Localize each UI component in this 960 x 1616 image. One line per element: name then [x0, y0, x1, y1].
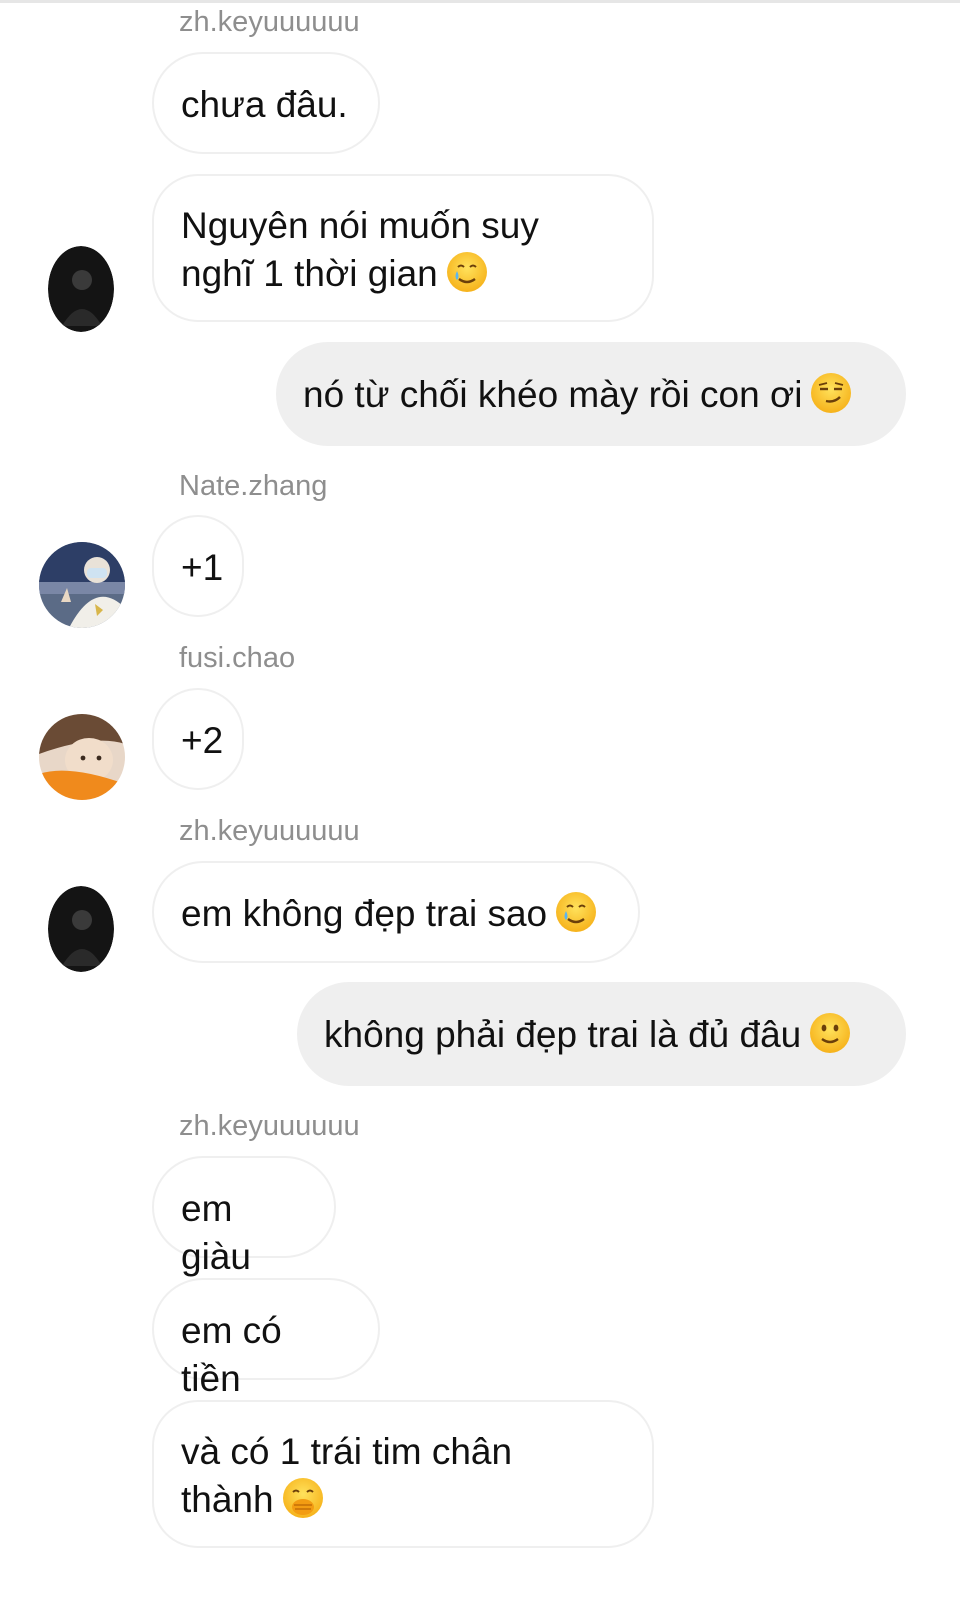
face-with-hand-over-mouth-icon	[282, 1477, 324, 1519]
message-bubble-incoming[interactable]: em có tiền	[152, 1278, 380, 1399]
message-bubble-incoming[interactable]: +2	[152, 688, 244, 790]
message-text: em không đẹp trai sao	[181, 893, 548, 934]
sender-name: Nate.zhang	[179, 470, 328, 502]
avatar[interactable]	[39, 542, 125, 628]
message-text: em giàu	[181, 1188, 251, 1277]
message-text: chưa đâu.	[181, 84, 348, 125]
message-bubble-incoming[interactable]: em giàu	[152, 1156, 336, 1277]
message-text: không phải đẹp trai là đủ đâu	[324, 1014, 802, 1055]
message-text-line: Nguyên nói muốn suy	[181, 205, 539, 246]
message-bubble-incoming[interactable]: chưa đâu.	[152, 52, 380, 154]
avatar[interactable]	[48, 246, 114, 332]
slightly-smiling-face-icon	[809, 1012, 851, 1054]
message-bubble-incoming[interactable]: và có 1 trái tim chân thành	[152, 1400, 654, 1548]
avatar[interactable]	[48, 886, 114, 972]
sender-name: zh.keyuuuuuu	[179, 815, 360, 847]
message-text: nó từ chối khéo mày rồi con ơi	[303, 374, 803, 415]
sender-name: zh.keyuuuuuu	[179, 1110, 360, 1142]
message-text-line: thành	[181, 1479, 274, 1520]
avatar[interactable]	[39, 714, 125, 800]
smirking-face-icon	[810, 372, 852, 414]
message-bubble-incoming[interactable]: +1	[152, 515, 244, 617]
message-bubble-outgoing[interactable]: không phải đẹp trai là đủ đâu	[297, 982, 906, 1086]
message-text: +2	[181, 720, 224, 761]
sender-name: fusi.chao	[179, 642, 296, 674]
message-text-line: nghĩ 1 thời gian	[181, 253, 438, 294]
message-text: em có tiền	[181, 1310, 282, 1399]
top-divider	[0, 0, 960, 3]
message-text-line: và có 1 trái tim chân	[181, 1431, 513, 1472]
message-text: +1	[181, 547, 224, 588]
smiling-face-with-tear-icon	[555, 891, 597, 933]
sender-name: zh.keyuuuuuu	[179, 6, 360, 38]
message-bubble-outgoing[interactable]: nó từ chối khéo mày rồi con ơi	[276, 342, 906, 446]
message-bubble-incoming[interactable]: Nguyên nói muốn suy nghĩ 1 thời gian	[152, 174, 654, 322]
smiling-face-with-tear-icon	[446, 251, 488, 293]
message-bubble-incoming[interactable]: em không đẹp trai sao	[152, 861, 640, 963]
